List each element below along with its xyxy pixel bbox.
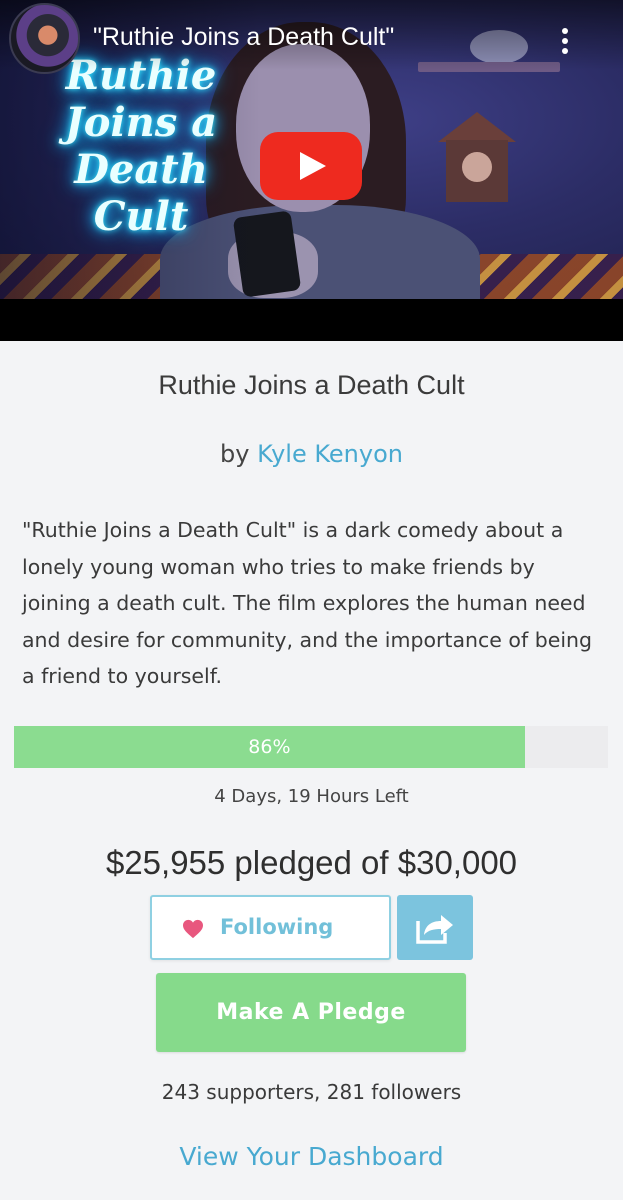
pledged-amount: $25,955 pledged of $30,000 (105, 844, 518, 881)
project-byline: by Kyle Kenyon (0, 440, 623, 468)
channel-avatar[interactable] (9, 3, 80, 74)
thumbnail-title-art: Ruthie Joins a Death Cult (64, 52, 218, 240)
share-button[interactable] (397, 895, 473, 960)
view-dashboard-link[interactable]: View Your Dashboard (0, 1142, 623, 1171)
video-player[interactable]: Ruthie Joins a Death Cult "Ruthie Joins … (0, 0, 623, 341)
following-button[interactable]: Following (150, 895, 391, 960)
video-title[interactable]: "Ruthie Joins a Death Cult" (93, 23, 394, 52)
following-label: Following (220, 915, 334, 939)
more-vertical-icon[interactable] (553, 28, 577, 58)
pledge-label: Make A Pledge (216, 1000, 406, 1025)
youtube-play-icon[interactable] (260, 132, 362, 200)
funding-progress-bar: 86% (14, 726, 608, 768)
time-left: 4 Days, 19 Hours Left (214, 786, 409, 807)
supporters-count: 243 supporters, 281 followers (161, 1080, 462, 1104)
heart-icon (183, 919, 203, 939)
project-description: "Ruthie Joins a Death Cult" is a dark co… (22, 518, 593, 688)
share-icon (416, 915, 453, 944)
progress-percent-label: 86% (248, 736, 291, 758)
byline-prefix: by (220, 440, 250, 468)
cuckoo-clock (438, 112, 516, 204)
author-link[interactable]: Kyle Kenyon (257, 440, 403, 468)
project-title: Ruthie Joins a Death Cult (158, 370, 465, 400)
make-a-pledge-button[interactable]: Make A Pledge (156, 973, 466, 1052)
